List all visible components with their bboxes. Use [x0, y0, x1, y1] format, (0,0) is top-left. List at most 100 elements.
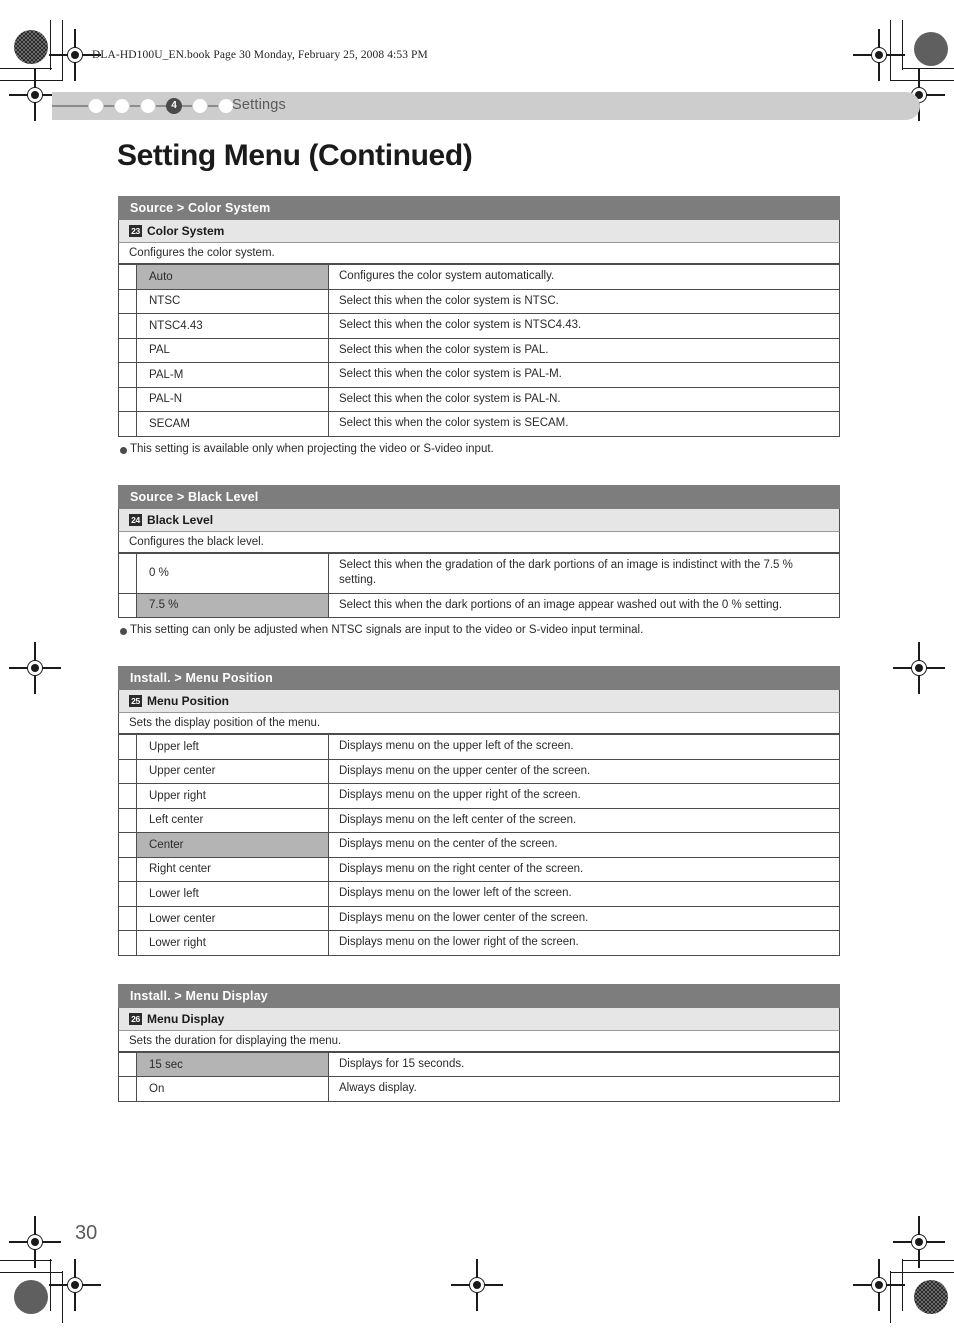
section-heading: 23 Color System [118, 220, 840, 243]
section-breadcrumb: Install. > Menu Position [118, 666, 840, 691]
registration-target-mid-right [893, 642, 945, 694]
option-label: PAL-N [136, 386, 329, 413]
option-description: Displays menu on the upper right of the … [328, 783, 840, 809]
option-label-default: Auto [136, 264, 329, 290]
table-row: 15 sec Displays for 15 seconds. [118, 1051, 840, 1078]
row-indent-cell [118, 362, 137, 388]
table-row: 0 % Select this when the gradation of the… [118, 552, 840, 594]
option-description: Select this when the color system is NTS… [328, 288, 840, 315]
chapter-pip-active: 4 [166, 98, 182, 114]
registration-target-upper-left [9, 69, 61, 121]
halftone-dot-top-left [14, 30, 48, 64]
option-label: NTSC4.43 [136, 313, 329, 339]
table-row: Left center Displays menu on the left cen… [118, 807, 840, 834]
running-head-section-label: Settings [232, 97, 286, 113]
table-row: Center Displays menu on the center of the… [118, 832, 840, 858]
option-label: On [136, 1076, 329, 1102]
option-description: Select this when the color system is SEC… [328, 411, 840, 437]
section-description: Sets the duration for displaying the men… [118, 1030, 840, 1052]
option-description: Displays menu on the left center of the … [328, 807, 840, 834]
crop-rule [890, 80, 954, 82]
table-row: On Always display. [118, 1076, 840, 1102]
section-breadcrumb: Source > Black Level [118, 484, 840, 509]
settings-section: Install. > Menu Display 26 Menu Display Set… [118, 983, 840, 1102]
row-indent-cell [118, 337, 137, 364]
registration-target-mid-left [9, 642, 61, 694]
crop-rule [50, 1259, 52, 1311]
option-label: Upper center [136, 758, 329, 785]
option-table: Upper left Displays menu on the upper lef… [118, 734, 840, 956]
crop-rule [902, 20, 904, 70]
table-row: Auto Configures the color system automati… [118, 264, 840, 290]
table-row: NTSC4.43 Select this when the color syste… [118, 313, 840, 339]
option-label: NTSC [136, 288, 329, 315]
option-description: Displays menu on the lower left of the s… [328, 881, 840, 907]
option-label: PAL [136, 337, 329, 364]
crop-rule [890, 1271, 892, 1323]
crop-rule [0, 80, 63, 82]
row-indent-cell [118, 832, 137, 858]
table-row: Right center Displays menu on the right c… [118, 856, 840, 883]
option-label: Lower center [136, 905, 329, 932]
row-indent-cell [118, 592, 137, 619]
row-indent-cell [118, 1051, 137, 1078]
section-heading: 24 Black Level [118, 508, 840, 532]
crop-rule [902, 68, 954, 70]
option-label: Left center [136, 807, 329, 834]
pip-connector [104, 105, 114, 107]
row-indent-cell [118, 1076, 137, 1102]
section-heading: 26 Menu Display [118, 1007, 840, 1031]
section-breadcrumb: Install. > Menu Display [118, 983, 840, 1008]
option-table: 0 % Select this when the gradation of the… [118, 552, 840, 619]
settings-section: Install. > Menu Position 25 Menu Position S… [118, 666, 840, 956]
settings-section-list: Source > Color System 23 Color System Confi… [118, 196, 840, 1102]
option-label-default: Center [136, 832, 329, 858]
option-table: 15 sec Displays for 15 seconds. On Always d… [118, 1051, 840, 1102]
option-description: Select this when the dark portions of an… [328, 592, 840, 619]
pip-connector [156, 105, 166, 107]
section-name: Menu Display [147, 1011, 225, 1026]
table-row: Lower right Displays menu on the lower ri… [118, 930, 840, 956]
table-row: 7.5 % Select this when the dark portions … [118, 592, 840, 619]
table-row: Upper left Displays menu on the upper lef… [118, 734, 840, 760]
option-description: Displays menu on the upper left of the s… [328, 734, 840, 760]
row-indent-cell [118, 783, 137, 809]
chapter-pip [114, 98, 130, 114]
row-indent-cell [118, 288, 137, 315]
settings-section: Source > Color System 23 Color System Confi… [118, 196, 840, 455]
pip-connector [130, 105, 140, 107]
option-label: 0 % [136, 552, 329, 594]
row-indent-cell [118, 386, 137, 413]
table-row: PAL-M Select this when the color system i… [118, 362, 840, 388]
option-label: Lower right [136, 930, 329, 956]
table-row: Upper center Displays menu on the upper c… [118, 758, 840, 785]
bullet-icon [120, 628, 127, 636]
section-name: Menu Position [147, 694, 229, 709]
crop-rule [0, 1260, 52, 1262]
halftone-dot-bottom-right [914, 1280, 948, 1314]
table-row: Lower left Displays menu on the lower lef… [118, 881, 840, 907]
row-indent-cell [118, 930, 137, 956]
section-number-badge: 24 [129, 513, 142, 526]
option-label: Lower left [136, 881, 329, 907]
registration-target-bottom-right [893, 1216, 945, 1268]
section-heading: 25 Menu Position [118, 690, 840, 714]
option-description: Always display. [328, 1076, 840, 1102]
running-head-bar: 4 Settings [52, 92, 920, 120]
option-description: Configures the color system automaticall… [328, 264, 840, 290]
registration-target-top-left [49, 29, 101, 81]
halftone-dot-top-right [914, 32, 948, 66]
pip-connector [208, 105, 218, 107]
section-name: Color System [147, 224, 225, 238]
row-indent-cell [118, 881, 137, 907]
section-note-text: This setting is available only when proj… [130, 442, 494, 455]
crop-rule [0, 1272, 63, 1274]
row-indent-cell [118, 734, 137, 760]
row-indent-cell [118, 758, 137, 785]
section-note: This setting is available only when proj… [118, 437, 840, 455]
option-label: PAL-M [136, 362, 329, 388]
table-row: Lower center Displays menu on the lower c… [118, 905, 840, 932]
registration-target-lower-right [853, 1259, 905, 1311]
chapter-pip [192, 98, 208, 114]
